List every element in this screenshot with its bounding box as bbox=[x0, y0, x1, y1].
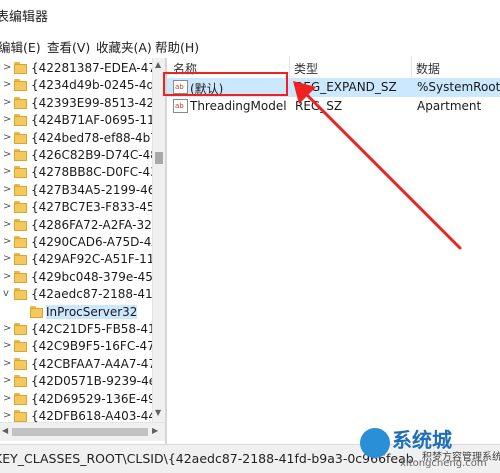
tree-item-label: {429AF92C-A51F-11d2 bbox=[31, 252, 152, 267]
expand-chevron-icon[interactable]: > bbox=[3, 271, 11, 283]
watermark-logo-icon bbox=[360, 428, 390, 458]
scroll-left-arrow-icon[interactable]: ◀ bbox=[2, 426, 8, 435]
folder-icon bbox=[14, 375, 27, 388]
folder-icon bbox=[30, 305, 43, 318]
expand-chevron-icon[interactable]: > bbox=[3, 253, 11, 265]
folder-icon bbox=[14, 79, 27, 92]
expand-chevron-icon[interactable]: > bbox=[3, 358, 11, 370]
tree-item-label: {42D0571B-9239-4eee bbox=[31, 374, 152, 389]
expand-chevron-icon[interactable]: > bbox=[3, 166, 11, 178]
tree-item[interactable]: > {42DFB618-A403-4401 bbox=[0, 406, 152, 422]
tree-item-label: {4234d49b-0245-4df3 bbox=[31, 78, 152, 93]
value-type: REG_EXPAND_SZ bbox=[295, 80, 397, 94]
tree-item-label: {429bc048-379e-45e0 bbox=[31, 269, 152, 284]
tree-item-label: InProcServer32 bbox=[46, 304, 138, 319]
tree-item-label: {42aedc87-2188-41fd- bbox=[31, 287, 152, 302]
expand-chevron-icon[interactable]: > bbox=[3, 62, 11, 74]
tree-item-label: {42C21DF5-FB58-4102 bbox=[31, 322, 152, 336]
value-data: %SystemRoot% bbox=[417, 80, 500, 94]
menu-view[interactable]: 查看(V) bbox=[47, 37, 90, 56]
folder-icon bbox=[14, 149, 27, 161]
folder-icon bbox=[14, 131, 27, 144]
folder-icon bbox=[14, 357, 27, 370]
folder-icon bbox=[14, 288, 27, 301]
menu-help[interactable]: 帮助(H) bbox=[155, 37, 199, 56]
annotation-highlight-box bbox=[163, 72, 288, 96]
expand-chevron-icon[interactable]: > bbox=[3, 375, 11, 387]
folder-icon bbox=[14, 166, 27, 179]
tree-item-label: {42C9B9F5-16FC-47ef bbox=[31, 339, 152, 354]
tree-item-label: {42DFB618-A403-4401 bbox=[31, 409, 152, 422]
expand-chevron-icon[interactable]: > bbox=[3, 236, 11, 248]
registry-key-tree[interactable]: > {42281387-EDEA-477C > {4234d49b-0245-4df3… bbox=[0, 58, 152, 422]
registry-values-list: 名称 类型 数据 ab (默认) REG_EXPAND_SZ %SystemRo… bbox=[167, 56, 500, 444]
expand-chevron-icon[interactable]: > bbox=[3, 393, 11, 405]
value-row-threadingmodel[interactable]: ab ThreadingModel REG_SZ Apartment bbox=[167, 97, 500, 116]
folder-icon bbox=[14, 62, 27, 74]
column-header-data[interactable]: 数据 bbox=[416, 60, 440, 77]
folder-icon bbox=[14, 323, 27, 335]
folder-icon bbox=[14, 218, 27, 231]
menu-bar: 编辑(E) 查看(V) 收藏夹(A) 帮助(H) bbox=[0, 34, 500, 56]
value-data: Apartment bbox=[417, 99, 482, 113]
tree-item-label: {4290CAD6-A75D-4AC bbox=[31, 235, 152, 249]
expand-chevron-icon[interactable]: > bbox=[3, 132, 11, 144]
folder-icon bbox=[14, 236, 27, 248]
menu-edit[interactable]: 编辑(E) bbox=[0, 37, 41, 56]
column-separator[interactable] bbox=[411, 56, 412, 78]
watermark-url: xitongcheng.com bbox=[400, 458, 487, 469]
scroll-up-arrow-icon[interactable]: ▲ bbox=[155, 60, 161, 69]
value-type: REG_SZ bbox=[295, 99, 343, 113]
tree-item-label: {42CBFAA7-A4A7-47B bbox=[31, 356, 152, 371]
tree-horizontal-scrollbar[interactable]: ◀ ▶ bbox=[0, 422, 165, 441]
scroll-thumb-horizontal[interactable] bbox=[12, 428, 148, 436]
column-header-type[interactable]: 类型 bbox=[294, 60, 318, 77]
scroll-right-arrow-icon[interactable]: ▶ bbox=[152, 426, 158, 435]
folder-icon bbox=[14, 201, 27, 214]
collapse-chevron-icon[interactable]: v bbox=[3, 288, 9, 300]
expand-chevron-icon[interactable]: > bbox=[3, 323, 11, 335]
tree-item-label: {424B71AF-0695-11D2 bbox=[31, 113, 152, 128]
string-value-icon: ab bbox=[173, 99, 188, 113]
folder-icon bbox=[14, 96, 27, 109]
folder-icon bbox=[14, 270, 27, 283]
expand-chevron-icon[interactable]: > bbox=[3, 219, 11, 231]
value-name: ThreadingModel bbox=[190, 99, 287, 113]
expand-chevron-icon[interactable]: > bbox=[3, 340, 11, 352]
tree-item-label: {42393E99-8513-42d3 bbox=[31, 95, 152, 110]
expand-chevron-icon[interactable]: > bbox=[3, 149, 11, 161]
folder-icon bbox=[14, 392, 27, 405]
title-bar: 表编辑器 bbox=[0, 0, 500, 30]
expand-chevron-icon[interactable]: > bbox=[3, 184, 11, 196]
tree-item-label: {427BC7E3-F833-4584 bbox=[31, 200, 152, 215]
folder-icon bbox=[14, 114, 27, 127]
expand-chevron-icon[interactable]: > bbox=[3, 114, 11, 126]
tree-item-label: {427B34A5-2199-467e bbox=[31, 182, 152, 197]
folder-icon bbox=[14, 183, 27, 196]
tree-item-label: {426C82B9-D74C-487 bbox=[31, 148, 152, 162]
expand-chevron-icon[interactable]: > bbox=[3, 79, 11, 91]
scroll-thumb[interactable] bbox=[155, 152, 163, 164]
tree-vertical-scrollbar[interactable]: ▲ ▼ bbox=[152, 58, 165, 422]
window-title: 表编辑器 bbox=[0, 10, 49, 25]
tree-item-label: {4286FA72-A2FA-3245 bbox=[31, 217, 152, 232]
watermark: 系统城 积梦方容管理系统 xitongcheng.com bbox=[360, 422, 500, 472]
expand-chevron-icon[interactable]: > bbox=[3, 97, 11, 109]
tree-item-label: {424bed78-ef88-4b7c bbox=[31, 130, 152, 145]
scroll-down-arrow-icon[interactable]: ▼ bbox=[155, 408, 161, 417]
folder-icon bbox=[14, 340, 27, 353]
expand-chevron-icon[interactable]: > bbox=[3, 410, 11, 422]
status-key-path: KEY_CLASSES_ROOT\CLSID\{42aedc87-2188-41… bbox=[0, 451, 414, 466]
column-separator[interactable] bbox=[289, 56, 290, 78]
tree-item-label: {4278BB8C-D0FC-4380 bbox=[31, 165, 152, 180]
folder-icon bbox=[14, 253, 27, 266]
folder-icon bbox=[14, 410, 27, 422]
tree-item-label: {42D69529-136E-49D( bbox=[31, 391, 152, 406]
menu-favorites[interactable]: 收藏夹(A) bbox=[96, 37, 152, 56]
tree-item-label: {42281387-EDEA-477C bbox=[31, 61, 152, 75]
expand-chevron-icon[interactable]: > bbox=[3, 201, 11, 213]
